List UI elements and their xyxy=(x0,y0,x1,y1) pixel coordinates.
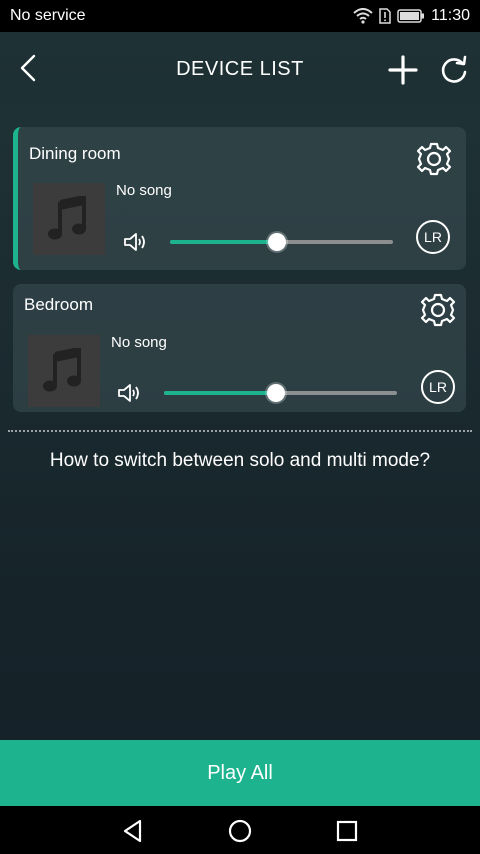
app-header: DEVICE LIST xyxy=(0,32,480,106)
device-card-dining-room[interactable]: Dining room No song LR xyxy=(13,127,466,270)
gear-icon[interactable] xyxy=(416,141,452,177)
battery-icon xyxy=(397,9,425,23)
slider-fill xyxy=(170,240,278,244)
wifi-icon xyxy=(353,8,373,24)
system-nav-bar xyxy=(0,806,480,854)
clock-label: 11:30 xyxy=(431,7,470,24)
status-icons: 11:30 xyxy=(353,7,470,25)
album-art xyxy=(33,183,105,255)
album-art xyxy=(28,335,100,407)
device-card-bedroom[interactable]: Bedroom No song LR xyxy=(13,284,466,412)
dotted-divider xyxy=(8,430,472,432)
lr-channel-button[interactable]: LR xyxy=(416,220,450,254)
solo-multi-help-link[interactable]: How to switch between solo and multi mod… xyxy=(0,450,480,472)
refresh-icon[interactable] xyxy=(438,54,470,86)
device-name: Dining room xyxy=(29,144,121,163)
song-title: No song xyxy=(111,334,167,351)
slider-fill xyxy=(164,391,276,395)
slider-thumb[interactable] xyxy=(266,384,285,402)
sim-alert-icon xyxy=(379,8,391,24)
slider-thumb[interactable] xyxy=(268,233,287,251)
play-all-button[interactable]: Play All xyxy=(0,740,480,806)
home-circle-icon[interactable] xyxy=(227,818,253,844)
device-name: Bedroom xyxy=(24,295,93,314)
gear-icon[interactable] xyxy=(420,292,456,328)
volume-slider[interactable] xyxy=(164,383,397,403)
music-note-icon xyxy=(43,348,81,392)
volume-slider[interactable] xyxy=(170,232,393,252)
status-bar: No service 11:30 xyxy=(0,0,480,32)
speaker-volume-icon[interactable] xyxy=(117,382,143,404)
song-title: No song xyxy=(116,182,172,199)
speaker-volume-icon[interactable] xyxy=(123,231,149,253)
carrier-label: No service xyxy=(10,7,86,24)
lr-channel-button[interactable]: LR xyxy=(421,370,455,404)
plus-icon[interactable] xyxy=(387,54,419,86)
back-triangle-icon[interactable] xyxy=(120,818,146,844)
recents-square-icon[interactable] xyxy=(334,818,360,844)
music-note-icon xyxy=(48,196,86,240)
